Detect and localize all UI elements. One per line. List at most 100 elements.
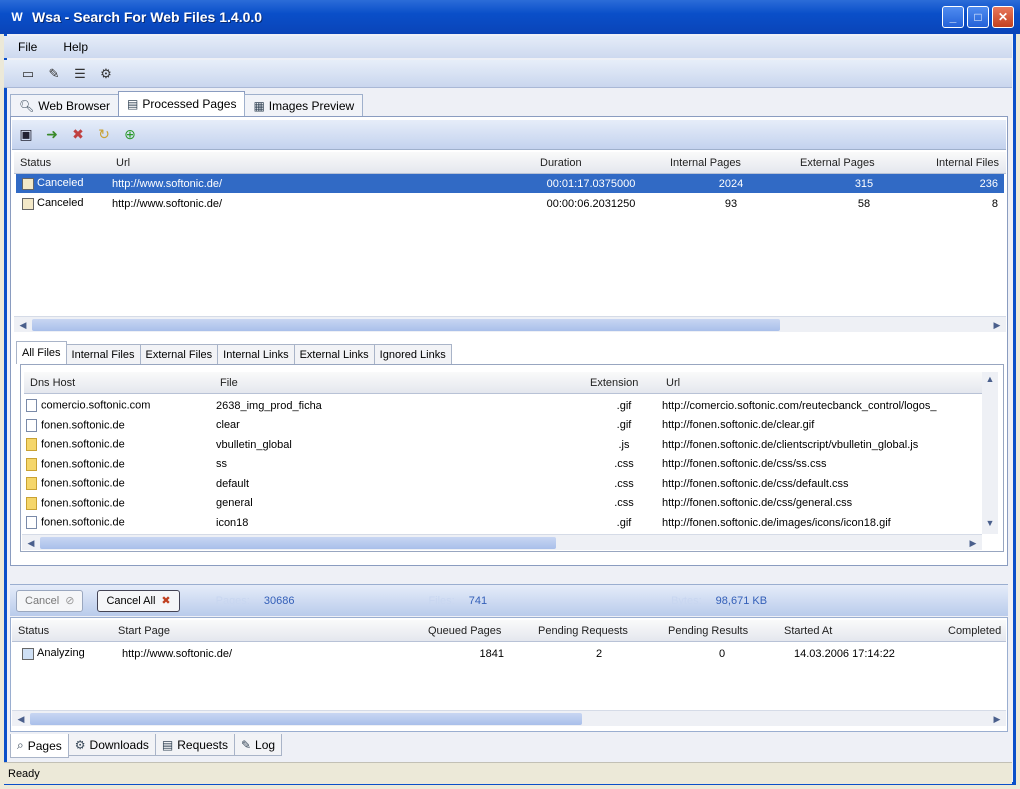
- tab-log[interactable]: ✎ Log: [233, 734, 283, 756]
- search-icon: 🔍︎: [19, 98, 35, 113]
- queue-toolbar: Cancel ⊘ Cancel All ✖ Pages: 30686 Files…: [10, 584, 1008, 616]
- col-url[interactable]: Url: [110, 157, 534, 169]
- col-pending-requests[interactable]: Pending Requests: [532, 625, 662, 637]
- list-item[interactable]: fonen.softonic.de vbulletin_global .js http…: [26, 435, 980, 454]
- scroll-left-icon[interactable]: ◀: [14, 712, 28, 726]
- tab-label: Processed Pages: [142, 97, 237, 111]
- col-dns-host[interactable]: Dns Host: [24, 377, 214, 389]
- col-completed[interactable]: Completed: [942, 625, 1006, 637]
- tab-internal-links[interactable]: Internal Links: [217, 344, 295, 364]
- files-grid-header: Dns Host File Extension Url: [24, 372, 982, 394]
- list-item[interactable]: fonen.softonic.de general .css http://fonen…: [26, 494, 980, 513]
- bytes-label: Bytes:: [671, 594, 702, 607]
- script-file-icon: [26, 438, 37, 451]
- panel-toolbar: ▣ ➜ ✖ ↻ ⊕: [12, 120, 1006, 150]
- scroll-right-icon[interactable]: ▶: [990, 318, 1004, 332]
- page-icon: ▤: [127, 97, 139, 111]
- script-file-icon: [26, 457, 37, 471]
- col-pending-results[interactable]: Pending Results: [662, 625, 778, 637]
- col-file-url[interactable]: Url: [660, 377, 982, 389]
- menu-help[interactable]: Help: [63, 40, 88, 54]
- scroll-thumb[interactable]: [30, 713, 582, 725]
- image-file-icon: [26, 418, 37, 432]
- export-icon[interactable]: ➜: [42, 125, 62, 145]
- scroll-right-icon[interactable]: ▶: [990, 712, 1004, 726]
- list-item[interactable]: comercio.softonic.com 2638_img_prod_ficha…: [26, 396, 980, 415]
- save-icon[interactable]: ▣: [16, 125, 36, 145]
- list-item[interactable]: fonen.softonic.de ss .css http://fonen.soft…: [26, 455, 980, 474]
- cancel-all-icon: ✖: [161, 595, 171, 607]
- tab-web-browser[interactable]: 🔍︎ Web Browser: [10, 94, 120, 116]
- tab-requests[interactable]: ▤ Requests: [154, 734, 235, 756]
- tab-processed-pages[interactable]: ▤ Processed Pages: [118, 91, 246, 116]
- files-hscroll[interactable]: ◀ ▶: [22, 534, 982, 550]
- files-vscroll[interactable]: ▲ ▼: [982, 372, 998, 534]
- pages-icon: ⌕: [17, 738, 24, 752]
- delete-icon[interactable]: ✖: [68, 125, 88, 145]
- tab-external-files[interactable]: External Files: [139, 344, 219, 364]
- processed-hscroll[interactable]: ◀ ▶: [14, 316, 1006, 332]
- tab-downloads[interactable]: ⚙ Downloads: [67, 734, 156, 756]
- tab-label: Web Browser: [38, 98, 111, 113]
- close-button[interactable]: ✕: [992, 6, 1014, 28]
- col-file[interactable]: File: [214, 377, 584, 389]
- col-internal-files[interactable]: Internal Files: [930, 157, 1006, 169]
- table-row[interactable]: Canceled http://www.softonic.de/ 00:01:1…: [16, 174, 1004, 193]
- image-file-icon: [26, 516, 37, 529]
- col-extension[interactable]: Extension: [584, 377, 660, 389]
- main-tabs: 🔍︎ Web Browser ▤ Processed Pages ▦ Image…: [10, 91, 364, 116]
- cancel-button[interactable]: Cancel ⊘: [16, 589, 84, 612]
- list-item[interactable]: fonen.softonic.de icon18 .gif http://fonen.…: [26, 513, 980, 532]
- window-title: Wsa - Search For Web Files 1.4.0.0: [32, 9, 263, 25]
- bytes-value: 98,671 KB: [715, 594, 768, 607]
- menu-file[interactable]: File: [18, 40, 37, 54]
- list-icon[interactable]: ☰: [70, 64, 90, 84]
- status-text: Ready: [8, 767, 40, 780]
- col-external-pages[interactable]: External Pages: [794, 157, 930, 169]
- cancel-icon: ⊘: [65, 595, 75, 607]
- tab-pages[interactable]: ⌕ Pages: [10, 734, 69, 758]
- edit-icon[interactable]: ✎: [44, 64, 64, 84]
- minimize-button[interactable]: _: [942, 6, 964, 28]
- scroll-left-icon[interactable]: ◀: [24, 536, 38, 550]
- col-queued-pages[interactable]: Queued Pages: [422, 625, 532, 637]
- col-duration[interactable]: Duration: [534, 157, 664, 169]
- list-item[interactable]: fonen.softonic.de clear .gif http://fonen.s…: [26, 416, 980, 435]
- maximize-button[interactable]: □: [967, 6, 989, 28]
- canceled-icon: [22, 197, 34, 210]
- image-icon: ▦: [253, 98, 265, 113]
- settings-icon[interactable]: ⚙: [96, 64, 116, 84]
- col-internal-pages[interactable]: Internal Pages: [664, 157, 794, 169]
- new-icon[interactable]: ▭: [18, 64, 38, 84]
- col-status[interactable]: Status: [14, 157, 110, 169]
- list-item[interactable]: fonen.softonic.de default .css http://fonen…: [26, 474, 980, 493]
- log-icon: ✎: [240, 737, 252, 752]
- status-bar: Ready: [4, 762, 1012, 784]
- scroll-up-icon[interactable]: ▲: [983, 374, 997, 388]
- tab-internal-files[interactable]: Internal Files: [65, 344, 141, 364]
- scroll-thumb[interactable]: [32, 319, 780, 331]
- main-toolbar: ▭ ✎ ☰ ⚙: [4, 60, 1012, 88]
- tab-images-preview[interactable]: ▦ Images Preview: [244, 94, 364, 116]
- table-row[interactable]: Analyzing http://www.softonic.de/ 1841 2…: [14, 644, 1004, 663]
- script-file-icon: [26, 496, 37, 510]
- add-icon[interactable]: ⊕: [120, 125, 140, 145]
- tab-all-files[interactable]: All Files: [16, 341, 67, 364]
- bottom-tabs: ⌕ Pages ⚙ Downloads ▤ Requests ✎ Log: [10, 734, 283, 758]
- queue-hscroll[interactable]: ◀ ▶: [12, 710, 1006, 726]
- col-start-page[interactable]: Start Page: [112, 625, 422, 637]
- tab-label: Images Preview: [268, 98, 355, 113]
- window-controls: _ □ ✕: [942, 6, 1014, 28]
- scroll-left-icon[interactable]: ◀: [16, 318, 30, 332]
- col-status[interactable]: Status: [12, 625, 112, 637]
- scroll-down-icon[interactable]: ▼: [983, 518, 997, 532]
- table-row[interactable]: Canceled http://www.softonic.de/ 00:00:0…: [16, 194, 1004, 213]
- scroll-thumb[interactable]: [40, 537, 556, 549]
- col-started-at[interactable]: Started At: [778, 625, 942, 637]
- cancel-all-button[interactable]: Cancel All ✖: [97, 589, 180, 612]
- refresh-icon[interactable]: ↻: [94, 125, 114, 145]
- tab-ignored-links[interactable]: Ignored Links: [373, 344, 452, 364]
- files-value: 741: [468, 594, 488, 607]
- tab-external-links[interactable]: External Links: [293, 344, 375, 364]
- scroll-right-icon[interactable]: ▶: [966, 536, 980, 550]
